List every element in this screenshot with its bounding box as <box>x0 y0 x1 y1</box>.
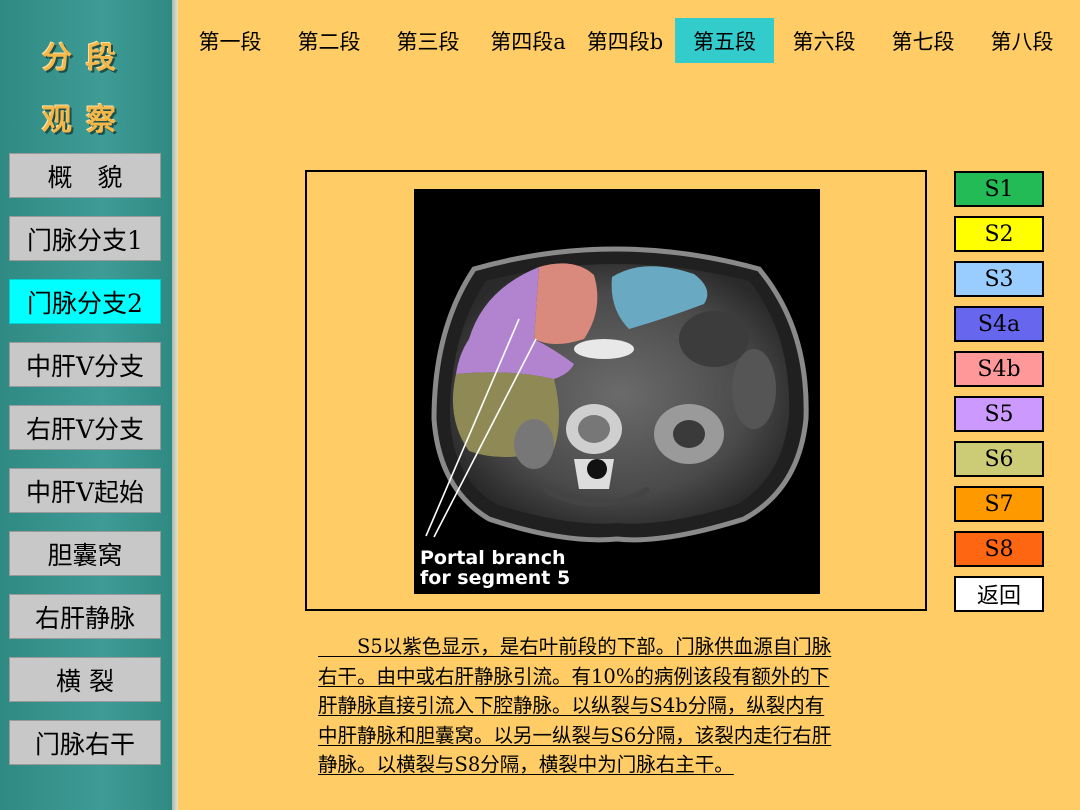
segment-button-s2[interactable]: S2 <box>954 216 1044 252</box>
tab-segment-2[interactable]: 第二段 <box>289 18 369 63</box>
description-line: 肝静脉直接引流入下腔静脉。以纵裂与S4b分隔，纵裂内有 <box>318 694 825 717</box>
description-line: 静脉。以横裂与S8分隔，横裂中为门脉右主干。 <box>318 753 734 776</box>
sidebar-title: 分段 观察 <box>0 28 172 152</box>
sidebar-title-line2: 观察 <box>42 103 130 138</box>
segment-button-s1[interactable]: S1 <box>954 171 1044 207</box>
sidebar-item-overview[interactable]: 概 貌 <box>9 153 161 198</box>
tab-segment-4b[interactable]: 第四段b <box>578 18 672 63</box>
sidebar-item-portal-branch-2[interactable]: 门脉分支2 <box>9 279 161 324</box>
tab-segment-4a[interactable]: 第四段a <box>482 18 574 63</box>
description-line: 中肝静脉和胆囊窝。以另一纵裂与S6分隔，该裂内走行右肝 <box>318 723 832 747</box>
ct-annotation-line2: for segment 5 <box>420 567 570 589</box>
tab-segment-6[interactable]: 第六段 <box>784 18 864 63</box>
ct-annotation-line1: Portal branch <box>420 547 566 569</box>
segment-button-s7[interactable]: S7 <box>954 486 1044 522</box>
ct-scan-drawing: Portal branch for segment 5 <box>414 189 820 594</box>
sidebar: 分段 观察 概 貌 门脉分支1 门脉分支2 中肝V分支 右肝V分支 中肝V起始 … <box>0 0 172 810</box>
sidebar-edge <box>172 0 178 810</box>
sidebar-item-middle-hepatic-origin[interactable]: 中肝V起始 <box>9 468 161 513</box>
tab-segment-3[interactable]: 第三段 <box>388 18 468 63</box>
tab-segment-1[interactable]: 第一段 <box>190 18 270 63</box>
sidebar-item-transverse-fissure[interactable]: 横 裂 <box>9 657 161 702</box>
segment-button-s5[interactable]: S5 <box>954 396 1044 432</box>
sidebar-item-right-hepatic-vein[interactable]: 右肝静脉 <box>9 594 161 639</box>
sidebar-title-line1: 分段 <box>42 41 130 76</box>
sidebar-item-gallbladder-fossa[interactable]: 胆囊窝 <box>9 531 161 576</box>
tab-segment-5[interactable]: 第五段 <box>675 18 774 63</box>
ct-scan-image: Portal branch for segment 5 <box>414 189 820 594</box>
segment-button-s4b[interactable]: S4b <box>954 351 1044 387</box>
description-line: 右干。由中或右肝静脉引流。有10%的病例该段有额外的下 <box>318 664 830 688</box>
back-button[interactable]: 返回 <box>954 576 1044 612</box>
segment-description: S5以紫色显示，是右叶前段的下部。门脉供血源自门脉 右干。由中或右肝静脉引流。有… <box>318 632 946 780</box>
segment-button-s3[interactable]: S3 <box>954 261 1044 297</box>
sidebar-item-portal-branch-1[interactable]: 门脉分支1 <box>9 216 161 261</box>
description-line: S5以紫色显示，是右叶前段的下部。门脉供血源自门脉 <box>318 635 832 658</box>
segment-button-s4a[interactable]: S4a <box>954 306 1044 342</box>
sidebar-item-right-hepatic-branch[interactable]: 右肝V分支 <box>9 405 161 450</box>
tab-segment-7[interactable]: 第七段 <box>883 18 963 63</box>
sidebar-item-middle-hepatic-branch[interactable]: 中肝V分支 <box>9 342 161 387</box>
segment-button-s8[interactable]: S8 <box>954 531 1044 567</box>
tab-segment-8[interactable]: 第八段 <box>982 18 1062 63</box>
segment-button-s6[interactable]: S6 <box>954 441 1044 477</box>
sidebar-item-right-portal-trunk[interactable]: 门脉右干 <box>9 720 161 765</box>
